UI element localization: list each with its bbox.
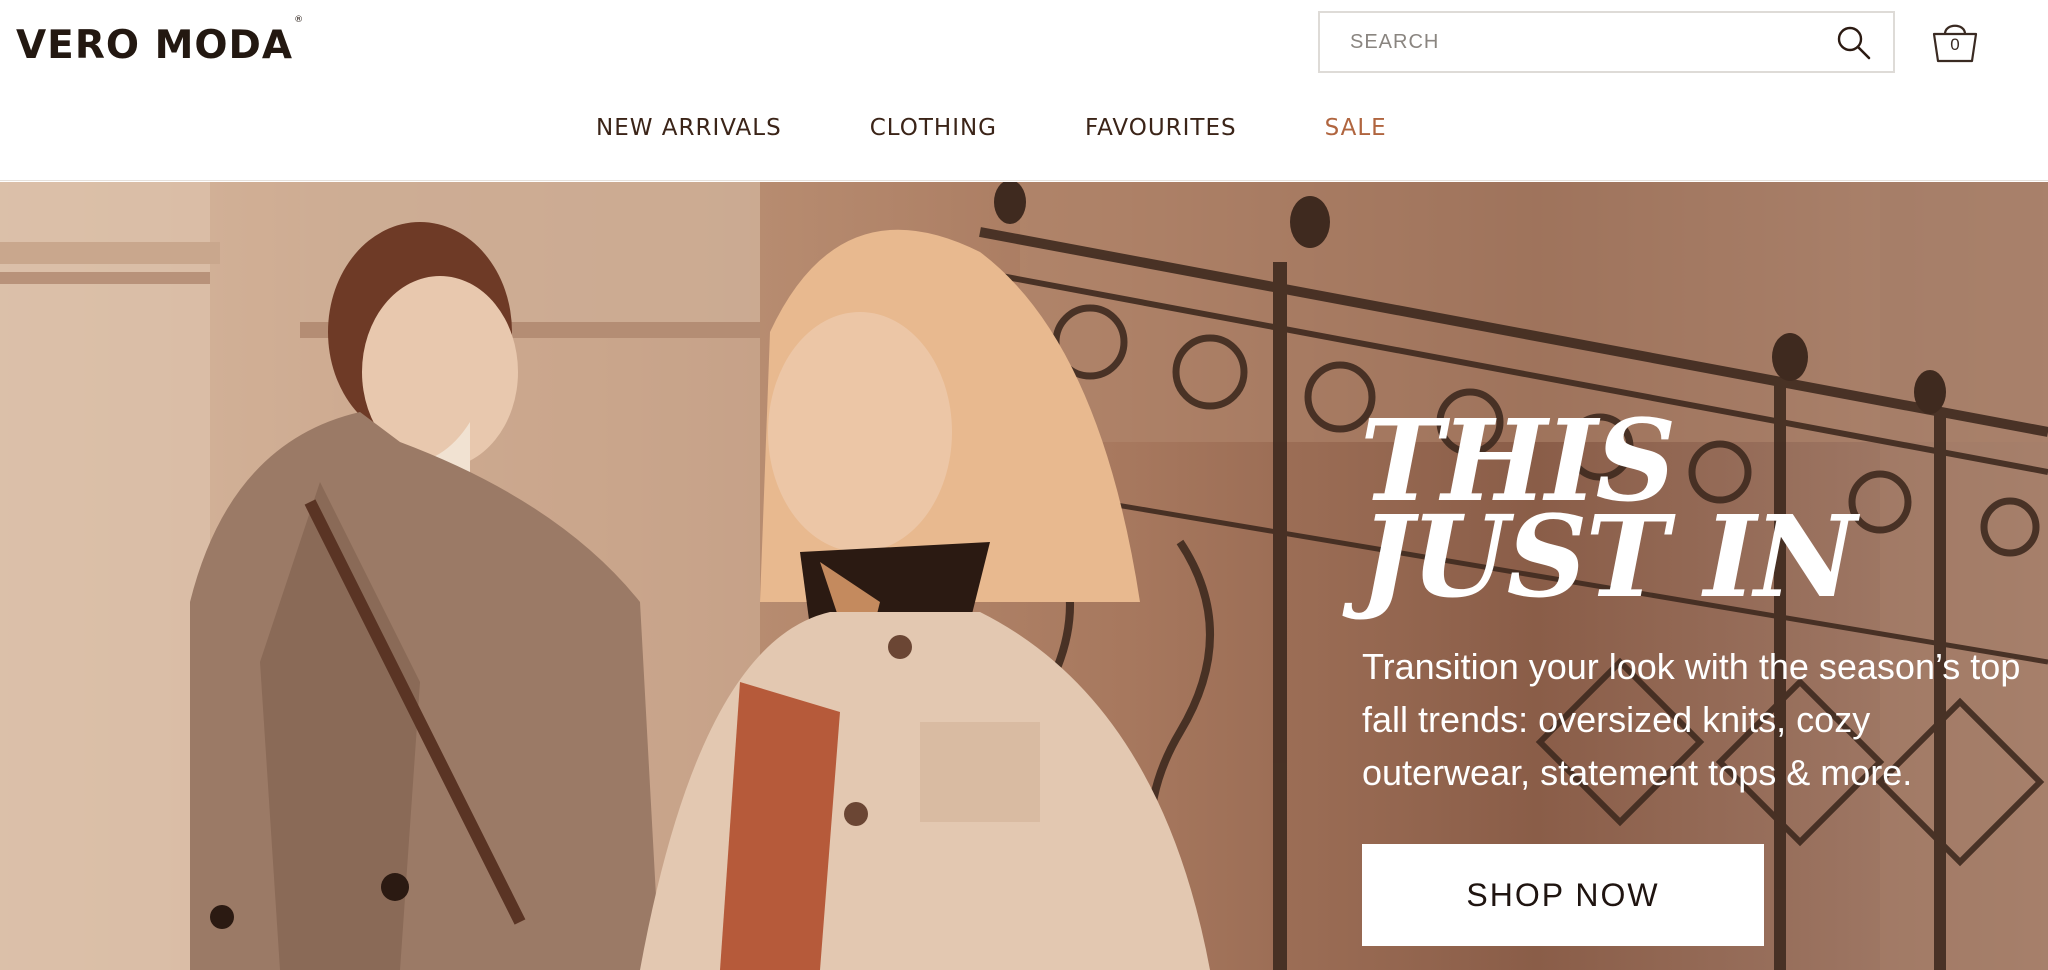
search-box: [1318, 11, 1895, 73]
hero-subtext: Transition your look with the season’s t…: [1362, 646, 2021, 793]
search-input[interactable]: [1320, 13, 1820, 71]
search-icon[interactable]: [1836, 25, 1872, 61]
registered-mark: ®: [294, 15, 305, 25]
hero-headline-line2: JUST IN: [1360, 492, 1857, 623]
shop-now-button[interactable]: SHOP NOW: [1362, 844, 1764, 946]
nav-sale[interactable]: SALE: [1325, 112, 1387, 144]
nav-favourites[interactable]: FAVOURITES: [1085, 112, 1237, 144]
brand-logo[interactable]: VERO MODA®: [16, 15, 305, 70]
cart-count: 0: [1950, 35, 1960, 54]
main-navigation: NEW ARRIVALS CLOTHING FAVOURITES SALE: [596, 112, 1387, 144]
hero-banner: THIS JUST IN Transition your look with t…: [0, 182, 2048, 970]
hero-headline: THIS JUST IN: [1360, 406, 1857, 623]
site-header: VERO MODA® 0 NEW ARRIVALS CLOTHING FAVOU…: [0, 0, 2048, 181]
nav-clothing[interactable]: CLOTHING: [870, 112, 997, 144]
nav-new-arrivals[interactable]: NEW ARRIVALS: [596, 112, 782, 144]
shopping-bag-button[interactable]: 0: [1930, 18, 1980, 64]
brand-logo-text: VERO MODA: [16, 23, 294, 68]
